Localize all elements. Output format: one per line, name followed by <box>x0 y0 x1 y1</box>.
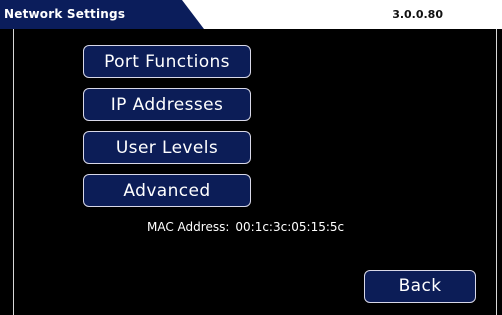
ip-addresses-button[interactable]: IP Addresses <box>83 88 251 121</box>
title-tab: Network Settings <box>0 0 204 29</box>
screen: Network Settings 3.0.0.80 Port Functions… <box>0 0 502 315</box>
title-bar: Network Settings 3.0.0.80 <box>0 0 502 29</box>
mac-address-label: MAC Address: <box>147 220 230 234</box>
back-button[interactable]: Back <box>364 270 476 303</box>
port-functions-button[interactable]: Port Functions <box>83 45 251 78</box>
user-levels-button[interactable]: User Levels <box>83 131 251 164</box>
advanced-button[interactable]: Advanced <box>83 174 251 207</box>
content-panel: Port Functions IP Addresses User Levels … <box>13 29 497 315</box>
page-title: Network Settings <box>4 7 126 21</box>
mac-address-row: MAC Address: 00:1c:3c:05:15:5c <box>147 220 344 234</box>
version-label: 3.0.0.80 <box>392 8 443 21</box>
mac-address-value: 00:1c:3c:05:15:5c <box>235 220 345 234</box>
